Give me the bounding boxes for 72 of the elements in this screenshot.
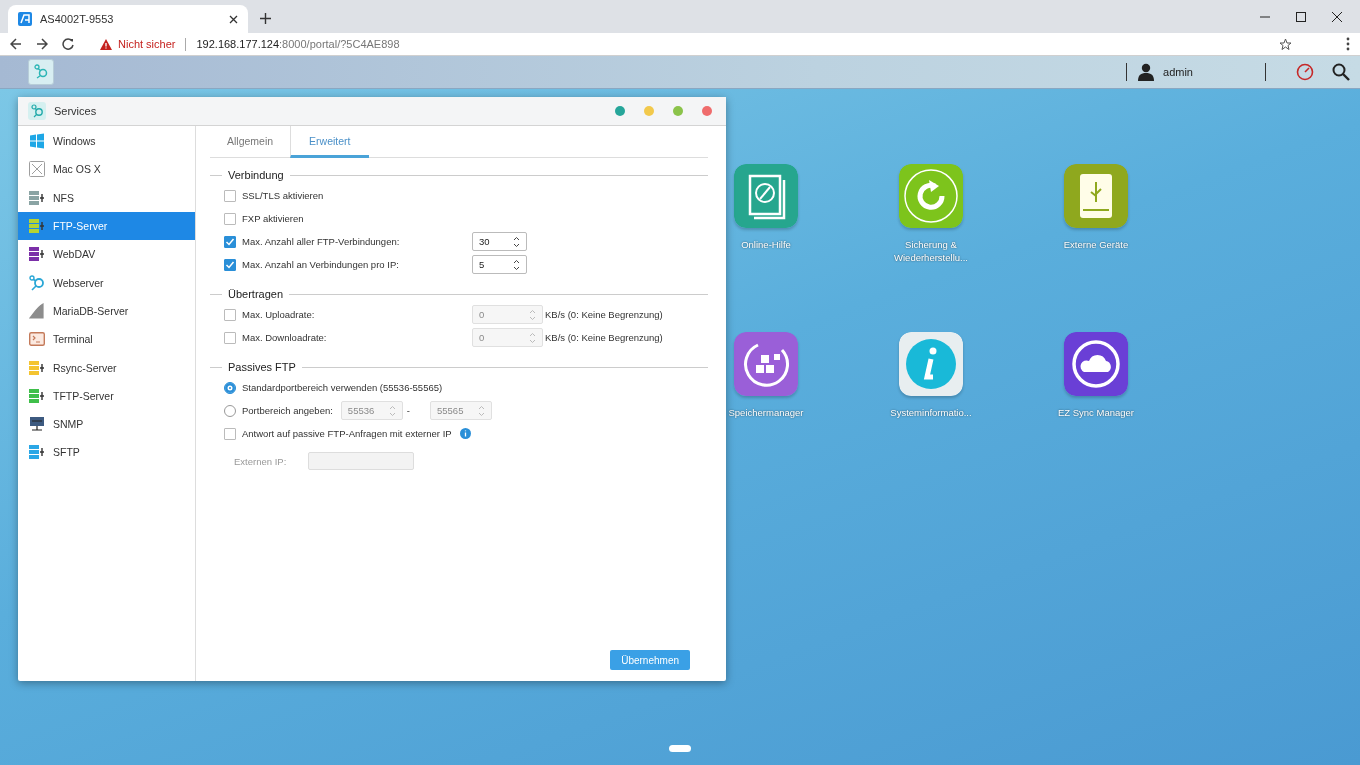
browser-tab[interactable]: AS4002T-9553 <box>8 5 248 33</box>
settings-tab[interactable]: Erweitert <box>290 126 369 158</box>
option-label: Max. Anzahl an Verbindungen pro IP: <box>242 259 400 270</box>
settings-tab[interactable]: Allgemein <box>210 126 291 158</box>
range-separator: - <box>406 405 410 416</box>
services-icon <box>28 102 46 120</box>
sidebar-item[interactable]: WebDAV <box>18 240 195 269</box>
section-heading: Übertragen <box>228 288 284 300</box>
radio-button[interactable] <box>224 381 236 394</box>
star-icon[interactable] <box>1279 37 1292 51</box>
warning-icon <box>100 38 112 50</box>
section-heading: Passives FTP <box>228 361 296 373</box>
window-control-dot[interactable] <box>615 106 625 116</box>
option-label: Portbereich angeben: <box>242 405 333 416</box>
close-icon[interactable] <box>1332 11 1342 22</box>
checkbox[interactable] <box>224 235 236 248</box>
window-control-dot[interactable] <box>673 106 683 116</box>
close-icon[interactable] <box>229 14 238 24</box>
security-label: Nicht sicher <box>118 38 176 50</box>
unit-label: KB/s (0: Keine Begrenzung) <box>545 332 663 343</box>
search-icon[interactable] <box>1332 63 1350 81</box>
window-control-dot[interactable] <box>644 106 654 116</box>
info-icon[interactable] <box>459 428 471 439</box>
option-label: SSL/TLS aktivieren <box>242 190 324 201</box>
option-label: Max. Uploadrate: <box>242 309 316 320</box>
plus-icon[interactable] <box>260 13 271 24</box>
reload-icon[interactable] <box>62 38 74 50</box>
forward-icon[interactable] <box>36 38 48 50</box>
dock-indicator[interactable] <box>669 745 691 752</box>
menu-icon[interactable] <box>1346 37 1350 51</box>
sidebar-item[interactable]: Mac OS X <box>18 155 195 184</box>
nas-logo-icon <box>18 12 32 26</box>
checkbox[interactable] <box>224 212 236 225</box>
option-label: Antwort auf passive FTP-Anfragen mit externer IP <box>242 428 452 439</box>
sidebar-item[interactable]: Windows <box>18 127 195 156</box>
window-control-dot[interactable] <box>702 106 712 116</box>
window-title: Services <box>54 105 97 117</box>
checkbox[interactable] <box>224 427 236 440</box>
sidebar-item[interactable]: MariaDB-Server <box>18 296 195 326</box>
gauge-icon[interactable] <box>1296 63 1314 81</box>
sidebar-item[interactable]: NFS <box>18 183 195 212</box>
sync-app-icon[interactable] <box>899 164 963 228</box>
option-label: Max. Anzahl aller FTP-Verbindungen: <box>242 236 401 247</box>
sidebar-item[interactable]: FTP-Server <box>18 211 195 241</box>
sidebar-item[interactable]: Rsync-Server <box>18 353 195 382</box>
cloud-app-icon[interactable] <box>1064 332 1128 396</box>
user-name[interactable]: admin <box>1163 66 1193 78</box>
services-icon <box>33 64 49 80</box>
option-label: Max. Downloadrate: <box>242 332 328 343</box>
back-icon[interactable] <box>10 38 22 50</box>
sidebar-item[interactable]: Webserver <box>18 268 195 297</box>
option-label: FXP aktivieren <box>242 213 304 224</box>
number-spinner[interactable]: 30 <box>472 232 527 251</box>
field-label: Externen IP: <box>234 455 287 467</box>
option-label: Standardportbereich verwenden (55536-55565) <box>242 382 443 393</box>
app-launcher-button[interactable] <box>28 59 54 85</box>
unit-label: KB/s (0: Keine Begrenzung) <box>545 309 663 320</box>
address-bar[interactable]: Nicht sicher 192.168.177.124:8000/portal/?5C4AE898 <box>88 34 1332 54</box>
storage-app-icon[interactable] <box>734 332 798 396</box>
sidebar-item[interactable]: TFTP-Server <box>18 381 195 410</box>
checkbox[interactable] <box>224 258 236 271</box>
maximize-icon[interactable] <box>1296 11 1306 22</box>
checkbox[interactable] <box>224 189 236 202</box>
sidebar-item[interactable]: Terminal <box>18 325 195 354</box>
sidebar-item[interactable]: SNMP <box>18 409 195 439</box>
url-text: 192.168.177.124:8000/portal/?5C4AE898 <box>196 38 400 50</box>
sidebar-item[interactable]: SFTP <box>18 438 195 467</box>
tab-title: AS4002T-9553 <box>40 13 114 25</box>
info-app-icon[interactable] <box>899 332 963 396</box>
number-spinner[interactable]: 5 <box>472 255 527 274</box>
user-icon[interactable] <box>1137 63 1156 81</box>
section-heading: Verbindung <box>228 169 284 181</box>
